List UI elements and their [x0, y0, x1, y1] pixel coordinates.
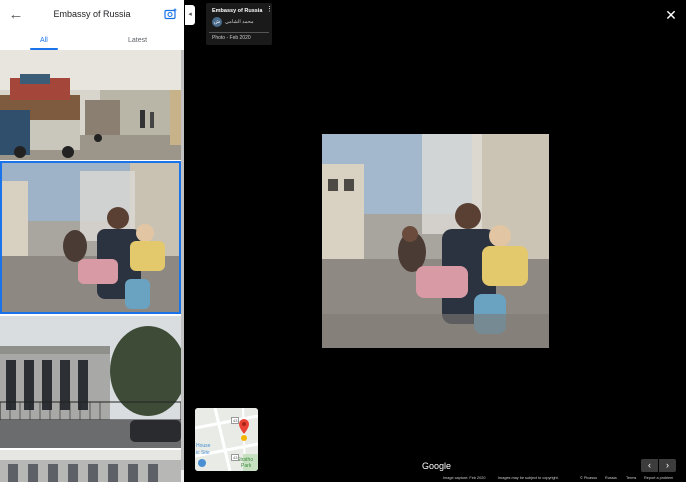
mini-map[interactable]: House ic Site Stratho Park 43 43: [195, 408, 258, 471]
page-title: Embassy of Russia: [53, 9, 131, 19]
next-photo-button[interactable]: ›: [659, 459, 676, 472]
photo-info-card: Embassy of Russia ⋮ ش محمد الشامي Photo …: [206, 3, 273, 45]
terms-link[interactable]: Terms: [626, 476, 636, 480]
photo-embassy-building: [0, 316, 181, 448]
main-photo: [322, 134, 549, 348]
photo-thumbnail-selected[interactable]: [0, 161, 181, 314]
map-label-park-2: Park: [241, 463, 252, 469]
add-photo-icon[interactable]: [164, 8, 178, 20]
close-icon[interactable]: ✕: [664, 8, 678, 22]
photo-thumbnail[interactable]: [0, 316, 181, 448]
panel-header: ← Embassy of Russia: [0, 0, 184, 30]
photo-date: Photo - Feb 2020: [212, 35, 251, 41]
photo-thumbnail[interactable]: [0, 50, 181, 160]
more-vert-icon[interactable]: ⋮: [266, 6, 273, 13]
map-label-site: ic Site: [196, 450, 210, 456]
map-attribution: © Picasso: [580, 476, 598, 480]
info-place-title[interactable]: Embassy of Russia: [212, 8, 262, 14]
collapse-panel-button[interactable]: ◂: [185, 5, 195, 25]
google-logo: Google: [422, 461, 452, 471]
scrollbar[interactable]: [181, 50, 184, 482]
photo-thumbnail[interactable]: [0, 450, 181, 482]
tab-latest[interactable]: Latest: [128, 37, 147, 44]
divider: [209, 32, 269, 33]
photo-tabs: All Latest: [0, 30, 184, 51]
arrow-left-icon[interactable]: ←: [8, 7, 24, 23]
photo-refugee-truck: [0, 50, 181, 160]
photo-building-facade: [0, 450, 181, 482]
map-road-label: 43: [231, 454, 240, 461]
photos-panel: ← Embassy of Russia All Latest: [0, 0, 184, 482]
tab-all[interactable]: All: [40, 37, 48, 44]
contributor-name[interactable]: محمد الشامي: [225, 19, 254, 25]
prev-photo-button[interactable]: ‹: [641, 459, 658, 472]
scrollbar-thumb[interactable]: [181, 50, 184, 470]
avatar[interactable]: ش: [212, 17, 222, 27]
avatar-initial: ش: [213, 19, 221, 25]
map-road-label: 43: [231, 417, 240, 424]
photo-man-carrying-children: [0, 161, 181, 314]
image-capture-date: Image capture: Feb 2020: [443, 476, 486, 480]
report-problem-link[interactable]: Report a problem: [644, 476, 673, 480]
country-link[interactable]: Russia: [605, 476, 617, 480]
copyright-notice: Images may be subject to copyright.: [498, 476, 559, 480]
photo-man-carrying-children-large: [322, 134, 549, 348]
map-label-house: House: [196, 443, 211, 449]
